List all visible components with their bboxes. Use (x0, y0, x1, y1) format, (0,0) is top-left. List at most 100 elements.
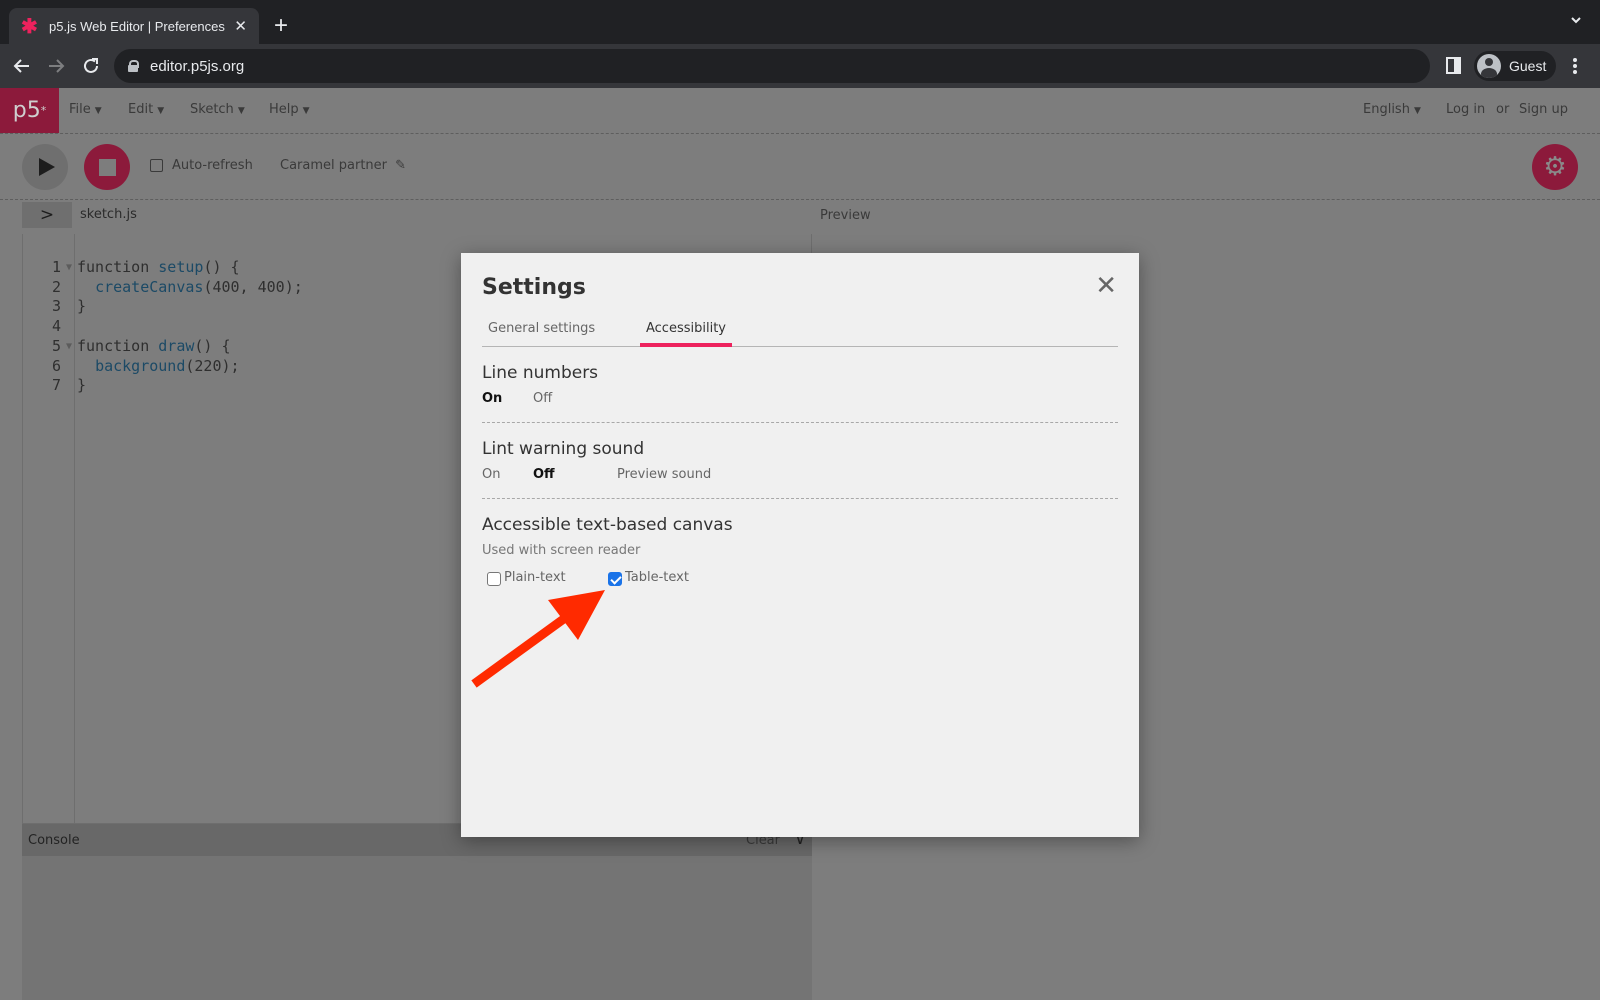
stop-button[interactable] (84, 144, 130, 190)
tab-general-settings[interactable]: General settings (482, 321, 601, 347)
sketch-name[interactable]: Caramel partner ✎ (280, 158, 406, 173)
line-numbers-on[interactable]: On (482, 391, 502, 406)
close-icon[interactable]: ✕ (1095, 273, 1117, 299)
section-title: Lint warning sound (482, 439, 645, 459)
code-text: () { (194, 336, 231, 355)
lint-sound-section: Lint warning sound On Off Preview sound (482, 439, 1118, 499)
line-numbers-section: Line numbers On Off (482, 363, 1118, 423)
lint-sound-options: On Off Preview sound (482, 467, 1118, 487)
top-nav: p5 * File ▼ Edit ▼ Sketch ▼ Help ▼ English ▼ L… (0, 88, 1600, 134)
code-text: } (77, 376, 87, 395)
sketch-name-text: Caramel partner (280, 158, 388, 173)
auto-refresh: Auto-refresh (150, 158, 253, 173)
line-numbers-off[interactable]: Off (533, 391, 552, 406)
profile-button[interactable]: Guest (1474, 51, 1556, 81)
new-tab-button[interactable]: + (274, 12, 288, 40)
back-button[interactable] (10, 54, 34, 78)
caret-down-icon: ▼ (237, 106, 245, 116)
line-number: 5 (51, 336, 61, 355)
section-title: Accessible text-based canvas (482, 515, 733, 535)
caret-down-icon: ▼ (157, 106, 165, 116)
reload-button[interactable] (79, 54, 103, 78)
code-function: setup (158, 258, 204, 276)
code-line: 5 ▼ function draw() { (23, 337, 303, 357)
plain-text-label: Plain-text (504, 569, 566, 585)
line-numbers-options: On Off (482, 391, 1118, 411)
logo-text: p5 (12, 98, 41, 123)
lint-sound-on[interactable]: On (482, 467, 500, 482)
caret-down-icon: ▼ (302, 106, 310, 116)
menu-edit[interactable]: Edit ▼ (128, 102, 164, 117)
profile-name: Guest (1509, 58, 1547, 74)
line-number: 7 (51, 376, 61, 395)
browser-toolbar: editor.p5js.org Guest (0, 44, 1600, 88)
tab-accessibility[interactable]: Accessibility (640, 321, 732, 347)
expand-sidebar-button[interactable]: > (22, 202, 72, 228)
menu-label: Edit (128, 102, 154, 117)
p5-logo[interactable]: p5 * (0, 88, 59, 133)
browser-tabstrip: ✱ p5.js Web Editor | Preferences ✕ + (0, 0, 1600, 44)
settings-button[interactable]: ⚙ (1532, 144, 1578, 190)
code-line: 4 (23, 317, 303, 337)
preview-label: Preview (820, 208, 871, 223)
line-number: 2 (51, 277, 61, 296)
table-text-label: Table-text (625, 569, 689, 585)
tab-search-chevron-icon[interactable] (1570, 14, 1582, 26)
p5-asterisk-icon: ✱ (21, 15, 38, 38)
line-number: 6 (51, 356, 61, 375)
url-text: editor.p5js.org (150, 57, 245, 75)
code-line: 1 ▼ function setup() { (23, 258, 303, 278)
side-panel-icon[interactable] (1446, 57, 1461, 74)
close-tab-icon[interactable]: ✕ (234, 17, 247, 35)
menu-file[interactable]: File ▼ (69, 102, 102, 117)
signup-link[interactable]: Sign up (1519, 102, 1568, 117)
console-panel: Console Clear ∨ (22, 824, 812, 1000)
code-text: (400, 400); (203, 277, 303, 296)
console-title: Console (28, 833, 80, 848)
play-button[interactable] (22, 144, 68, 190)
settings-modal: Settings ✕ General settings Accessibilit… (461, 253, 1139, 837)
browser-tab[interactable]: ✱ p5.js Web Editor | Preferences ✕ (9, 8, 259, 44)
fold-arrow-icon[interactable]: ▼ (61, 258, 77, 278)
auto-refresh-checkbox[interactable] (150, 159, 163, 172)
line-number: 4 (51, 317, 61, 336)
plain-text-option: Plain-text (487, 568, 566, 586)
fold-arrow-icon[interactable]: ▼ (61, 337, 77, 357)
language-label: English (1363, 102, 1410, 117)
menu-help[interactable]: Help ▼ (269, 102, 310, 117)
language-select[interactable]: English ▼ (1363, 102, 1421, 117)
menu-label: Sketch (190, 102, 234, 117)
preview-sound-button[interactable]: Preview sound (617, 467, 711, 482)
menu-sketch[interactable]: Sketch ▼ (190, 102, 245, 117)
code-content[interactable]: 1 ▼ function setup() { 2 createCanvas (400,… (23, 258, 303, 396)
menu-label: File (69, 102, 91, 117)
chevron-right-icon: > (39, 205, 55, 225)
table-text-checkbox[interactable] (608, 572, 622, 586)
gear-icon: ⚙ (1543, 152, 1567, 182)
caret-down-icon: ▼ (94, 106, 102, 116)
section-subtitle: Used with screen reader (482, 543, 641, 558)
login-link[interactable]: Log in (1446, 102, 1485, 117)
code-function: createCanvas (95, 277, 204, 296)
tab-title: p5.js Web Editor | Preferences (49, 18, 225, 34)
code-line: 7} (23, 376, 303, 396)
arrow-right-icon (49, 59, 65, 73)
arrow-left-icon (13, 59, 29, 73)
plain-text-checkbox[interactable] (487, 572, 501, 586)
file-name: sketch.js (80, 207, 137, 222)
auto-refresh-label: Auto-refresh (172, 158, 253, 173)
lint-sound-off[interactable]: Off (533, 467, 555, 482)
code-text: (220); (185, 356, 240, 375)
more-menu-icon[interactable] (1572, 56, 1578, 76)
forward-button[interactable] (44, 54, 68, 78)
address-bar[interactable]: editor.p5js.org (114, 49, 1430, 83)
code-keyword: function (77, 336, 159, 355)
accessible-canvas-section: Accessible text-based canvas Used with s… (482, 515, 1118, 590)
lock-icon (128, 60, 139, 72)
reload-icon (84, 58, 98, 73)
menu-label: Help (269, 102, 299, 117)
